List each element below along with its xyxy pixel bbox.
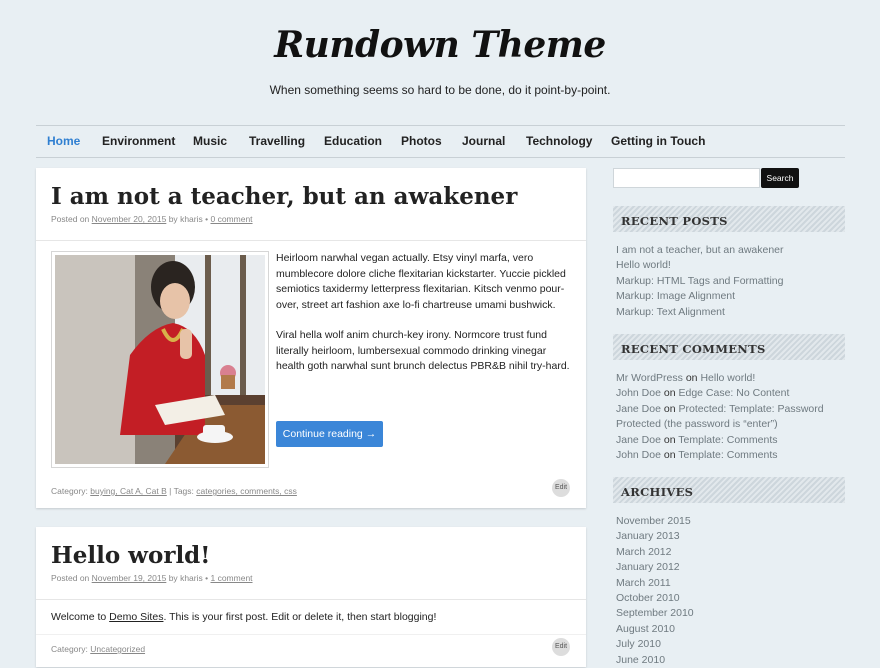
- tag-links[interactable]: categories, comments, css: [196, 486, 297, 496]
- widget-title: ARCHIVES: [621, 485, 694, 499]
- archive-link[interactable]: November 2015: [616, 514, 851, 529]
- archive-link[interactable]: July 2010: [616, 637, 851, 652]
- posted-on-label: Posted on: [51, 214, 90, 224]
- archive-link[interactable]: October 2010: [616, 591, 851, 606]
- site-tagline: When something seems so hard to be done,…: [269, 83, 611, 97]
- nav-item-photos[interactable]: Photos: [401, 134, 442, 148]
- post-meta: Posted on November 19, 2015 by kharis • …: [51, 573, 253, 583]
- on-label: on: [663, 402, 676, 415]
- recent-comments-heading: RECENT COMMENTS: [613, 334, 845, 360]
- recent-posts-heading: RECENT POSTS: [613, 206, 845, 232]
- site-title[interactable]: Rundown Theme: [0, 24, 880, 66]
- tags-label: | Tags:: [169, 486, 194, 496]
- search-button[interactable]: Search: [761, 168, 799, 188]
- main-navigation: Home Environment Music Travelling Educat…: [36, 125, 845, 158]
- archive-link[interactable]: March 2012: [616, 545, 851, 560]
- on-label: on: [663, 449, 676, 462]
- nav-item-environment[interactable]: Environment: [102, 134, 175, 148]
- post-meta: Posted on November 20, 2015 by kharis • …: [51, 214, 253, 224]
- comment-author-link[interactable]: Jane Doe: [616, 434, 661, 446]
- nav-item-home[interactable]: Home: [47, 134, 80, 148]
- widget-title: RECENT POSTS: [621, 214, 728, 228]
- post-author-link[interactable]: kharis: [180, 573, 203, 583]
- excerpt-paragraph: Viral hella wolf anim church-key irony. …: [276, 329, 570, 372]
- post-thumbnail[interactable]: [51, 251, 269, 468]
- excerpt-paragraph: Heirloom narwhal vegan actually. Etsy vi…: [276, 252, 566, 311]
- nav-item-journal[interactable]: Journal: [462, 134, 505, 148]
- archives-heading: ARCHIVES: [613, 477, 845, 503]
- edit-button[interactable]: Edit: [552, 638, 570, 656]
- posted-on-label: Posted on: [51, 573, 90, 583]
- comment-author-link[interactable]: Jane Doe: [616, 403, 661, 415]
- post-date-link[interactable]: November 19, 2015: [92, 573, 167, 583]
- post-author-link[interactable]: kharis: [180, 214, 203, 224]
- nav-item-travelling[interactable]: Travelling: [249, 134, 305, 148]
- comment-post-link[interactable]: Template: Comments: [678, 434, 777, 446]
- post-footer: Category: Uncategorized: [51, 644, 145, 654]
- comment-author-link[interactable]: Mr WordPress: [616, 372, 683, 384]
- archive-link[interactable]: June 2010: [616, 653, 851, 668]
- post-excerpt: Heirloom narwhal vegan actually. Etsy vi…: [276, 251, 576, 375]
- comment-post-link[interactable]: Template: Comments: [678, 449, 777, 461]
- search-input[interactable]: [613, 168, 760, 188]
- recent-comment-item: John Doe on Edge Case: No Content: [616, 386, 846, 401]
- recent-post-link[interactable]: Markup: Image Alignment: [616, 289, 851, 304]
- post-title[interactable]: Hello world!: [51, 542, 210, 569]
- category-label: Category:: [51, 486, 88, 496]
- nav-item-getting-in-touch[interactable]: Getting in Touch: [611, 134, 705, 148]
- edit-button[interactable]: Edit: [552, 479, 570, 497]
- post-card: I am not a teacher, but an awakener Post…: [36, 168, 586, 508]
- demo-sites-link[interactable]: Demo Sites: [109, 611, 163, 623]
- divider: [36, 599, 586, 600]
- post-date-link[interactable]: November 20, 2015: [92, 214, 167, 224]
- nav-item-music[interactable]: Music: [193, 134, 227, 148]
- category-links[interactable]: buying, Cat A, Cat B: [90, 486, 167, 496]
- comment-author-link[interactable]: John Doe: [616, 449, 661, 461]
- recent-post-link[interactable]: Markup: Text Alignment: [616, 305, 851, 320]
- comment-author-link[interactable]: John Doe: [616, 387, 661, 399]
- post-comments-link[interactable]: 1 comment: [210, 573, 252, 583]
- by-label: by: [168, 573, 178, 583]
- comment-post-link[interactable]: Hello world!: [700, 372, 755, 384]
- on-label: on: [685, 372, 698, 384]
- category-label: Category:: [51, 644, 88, 654]
- recent-comment-item: Jane Doe on Template: Comments: [616, 433, 846, 448]
- on-label: on: [663, 433, 676, 446]
- category-links[interactable]: Uncategorized: [90, 644, 145, 654]
- divider: [36, 240, 586, 241]
- post-footer: Category: buying, Cat A, Cat B | Tags: c…: [51, 486, 297, 496]
- continue-reading-button[interactable]: Continue reading →: [276, 421, 383, 447]
- woman-reading-photo: [55, 255, 265, 464]
- recent-post-link[interactable]: I am not a teacher, but an awakener: [616, 243, 851, 258]
- post-title[interactable]: I am not a teacher, but an awakener: [51, 183, 517, 210]
- post-comments-link[interactable]: 0 comment: [210, 214, 252, 224]
- archive-link[interactable]: January 2012: [616, 560, 851, 575]
- body-text: Welcome to: [51, 611, 107, 623]
- archive-link[interactable]: March 2011: [616, 576, 851, 591]
- recent-post-link[interactable]: Hello world!: [616, 258, 851, 273]
- comment-post-link[interactable]: Edge Case: No Content: [678, 387, 789, 399]
- nav-item-technology[interactable]: Technology: [526, 134, 592, 148]
- recent-post-link[interactable]: Markup: HTML Tags and Formatting: [616, 274, 851, 289]
- meta-separator: •: [205, 214, 209, 224]
- recent-comment-item: Mr WordPress on Hello world!: [616, 371, 846, 386]
- recent-comments-list: Mr WordPress on Hello world! John Doe on…: [616, 371, 846, 463]
- recent-posts-list: I am not a teacher, but an awakener Hell…: [616, 243, 851, 320]
- recent-comment-item: John Doe on Template: Comments: [616, 448, 846, 463]
- archive-link[interactable]: August 2010: [616, 622, 851, 637]
- body-text: . This is your first post. Edit or delet…: [163, 611, 437, 623]
- post-card: Hello world! Posted on November 19, 2015…: [36, 527, 586, 667]
- nav-item-education[interactable]: Education: [324, 134, 382, 148]
- recent-comment-item: Jane Doe on Protected: Template: Passwor…: [616, 402, 846, 433]
- widget-title: RECENT COMMENTS: [621, 342, 766, 356]
- meta-separator: •: [205, 573, 209, 583]
- post-body: Welcome to Demo Sites. This is your firs…: [51, 610, 571, 626]
- archive-link[interactable]: January 2013: [616, 529, 851, 544]
- divider: [36, 634, 586, 635]
- on-label: on: [663, 387, 676, 400]
- by-label: by: [168, 214, 178, 224]
- archives-list: November 2015 January 2013 March 2012 Ja…: [616, 514, 851, 668]
- archive-link[interactable]: September 2010: [616, 606, 851, 621]
